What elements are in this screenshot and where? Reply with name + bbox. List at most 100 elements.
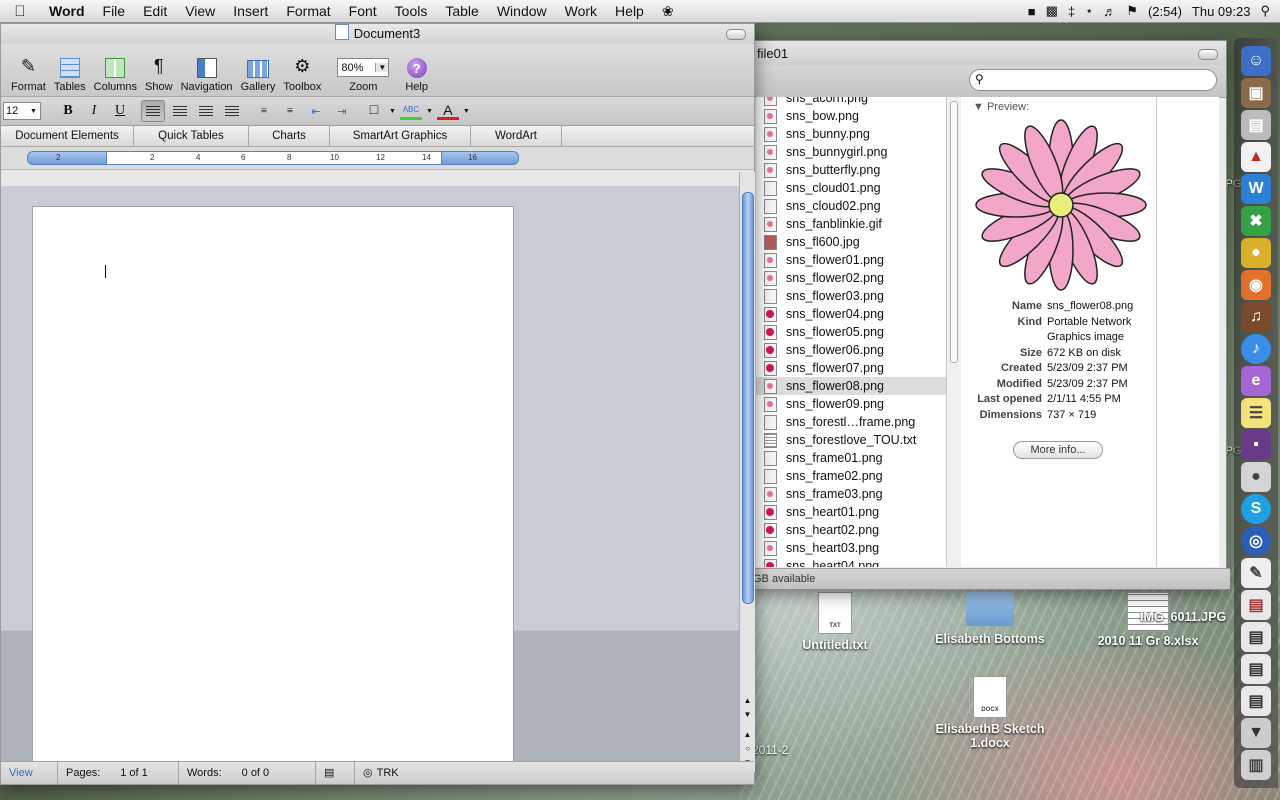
view-switcher[interactable]: View — [1, 762, 58, 784]
file-list-item[interactable]: sns_flower02.png — [756, 269, 946, 287]
zoom-select[interactable]: 80% ▼ — [337, 58, 390, 77]
align-left-button[interactable] — [141, 100, 165, 122]
menu-word[interactable]: Word — [40, 3, 94, 19]
scroll-up-button[interactable]: ▲ — [740, 694, 755, 707]
file-list-item[interactable]: sns_fl600.jpg — [756, 233, 946, 251]
dock-firefox-icon[interactable]: ◉ — [1241, 270, 1271, 300]
document-page[interactable] — [32, 206, 514, 778]
file-list-item[interactable]: sns_bow.png — [756, 107, 946, 125]
dock-word-icon[interactable]: W — [1241, 174, 1271, 204]
finder-search-input[interactable]: ⚲ — [969, 69, 1217, 91]
dock-doc-icon[interactable]: ▤ — [1241, 686, 1271, 716]
file-list-item[interactable]: sns_frame03.png — [756, 485, 946, 503]
menu-insert[interactable]: Insert — [224, 3, 277, 19]
dock-garageband-icon[interactable]: ♫ — [1241, 302, 1271, 332]
desktop-icon-elisabeth-bottoms[interactable]: Elisabeth Bottoms — [928, 592, 1052, 646]
decrease-indent-button[interactable]: ⇤ — [305, 101, 327, 121]
file-list-item[interactable]: sns_flower07.png — [756, 359, 946, 377]
borders-button[interactable]: □ — [363, 101, 385, 121]
toolbar-toggle-button[interactable] — [1198, 49, 1218, 60]
dock-itunes-icon[interactable]: ♪ — [1241, 334, 1271, 364]
menu-clock[interactable]: Thu 09:23 — [1192, 4, 1251, 19]
file-list-item[interactable]: sns_cloud01.png — [756, 179, 946, 197]
volume-icon[interactable]: ♬ — [1103, 4, 1116, 19]
dock-doc-icon[interactable]: ▤ — [1241, 622, 1271, 652]
menu-help[interactable]: Help — [606, 3, 653, 19]
scroll-thumb[interactable] — [950, 101, 958, 363]
bulleted-list-button[interactable]: ≡ — [253, 101, 275, 121]
dock-acrobat-icon[interactable]: ▲ — [1241, 142, 1271, 172]
tables-button[interactable]: Tables — [54, 58, 86, 96]
ruler-bar[interactable]: 2 2 4 6 8 10 12 14 16 — [27, 151, 519, 165]
navigation-button[interactable]: Navigation — [181, 58, 233, 96]
file-list-item[interactable]: sns_flower06.png — [756, 341, 946, 359]
menu-font[interactable]: Font — [340, 3, 386, 19]
scroll-thumb[interactable] — [742, 192, 754, 604]
word-titlebar[interactable]: Document3 — [1, 24, 754, 44]
dock-textedit-icon[interactable]: ✎ — [1241, 558, 1271, 588]
desktop-icon-img[interactable]: IMG_6011.JPG — [1140, 610, 1236, 624]
dock-finder-icon[interactable]: ☺ — [1241, 46, 1271, 76]
file-list-item[interactable]: sns_flower09.png — [756, 395, 946, 413]
file-list-item[interactable]: sns_bunnygirl.png — [756, 143, 946, 161]
tab-smartart-graphics[interactable]: SmartArt Graphics — [330, 126, 471, 146]
italic-button[interactable]: I — [83, 101, 105, 121]
tab-charts[interactable]: Charts — [249, 126, 330, 146]
tab-wordart[interactable]: WordArt — [471, 126, 562, 146]
column-scrollbar[interactable] — [946, 97, 962, 567]
apple-menu-icon[interactable]:  — [0, 3, 40, 20]
track-changes-toggle[interactable]: ◎ TRK — [355, 762, 407, 784]
file-list-item[interactable]: sns_acorn.png — [756, 97, 946, 107]
menu-window[interactable]: Window — [488, 3, 556, 19]
desktop-edge-label[interactable]: 2011-2 — [752, 743, 788, 757]
increase-indent-button[interactable]: ⇥ — [331, 101, 353, 121]
file-list-item[interactable]: sns_flower05.png — [756, 323, 946, 341]
file-list-item[interactable]: sns_flower04.png — [756, 305, 946, 323]
menu-file[interactable]: File — [94, 3, 135, 19]
dock-skype-icon[interactable]: S — [1241, 494, 1271, 524]
input-flag-icon[interactable]: ⚑ — [1126, 3, 1138, 19]
help-button[interactable]: ? Help — [405, 58, 428, 96]
align-right-button[interactable] — [195, 101, 217, 121]
file-list-item[interactable]: sns_heart03.png — [756, 539, 946, 557]
file-list-item[interactable]: sns_frame02.png — [756, 467, 946, 485]
justify-button[interactable] — [221, 101, 243, 121]
dock-excel-icon[interactable]: ✖ — [1241, 206, 1271, 236]
dock-preview-icon[interactable]: ▤ — [1241, 110, 1271, 140]
format-button[interactable]: ✎ Format — [11, 54, 46, 96]
file-list-item[interactable]: sns_bunny.png — [756, 125, 946, 143]
toolbox-button[interactable]: ⚙ Toolbox — [283, 54, 321, 96]
file-list-item[interactable]: sns_flower01.png — [756, 251, 946, 269]
file-list-item[interactable]: sns_heart04.png — [756, 557, 946, 567]
file-list-item[interactable]: sns_fanblinkie.gif — [756, 215, 946, 233]
horizontal-ruler[interactable]: 2 2 4 6 8 10 12 14 16 — [1, 147, 754, 170]
dock-stickies-icon[interactable]: ☰ — [1241, 398, 1271, 428]
file-list-item[interactable]: sns_flower03.png — [756, 287, 946, 305]
chevron-down-icon[interactable]: ▼ — [463, 108, 470, 115]
file-list-item[interactable]: sns_heart02.png — [756, 521, 946, 539]
align-center-button[interactable] — [169, 101, 191, 121]
battery-status[interactable]: (2:54) — [1148, 4, 1182, 19]
file-list-item[interactable]: sns_heart01.png — [756, 503, 946, 521]
columns-button[interactable]: Columns — [94, 58, 137, 96]
menu-table[interactable]: Table — [436, 3, 487, 19]
desktop-icon-untitled[interactable]: TXT Untitled.txt — [795, 592, 875, 652]
toolbar-toggle-button[interactable] — [726, 29, 746, 40]
highlight-button[interactable]: ABC — [399, 103, 422, 120]
previous-page-button[interactable]: ▲ — [740, 728, 755, 741]
font-size-select[interactable]: 12 ▼ — [3, 102, 41, 120]
show-button[interactable]: ¶ Show — [145, 54, 173, 96]
gallery-button[interactable]: Gallery — [241, 60, 275, 96]
dock-entourage-icon[interactable]: e — [1241, 366, 1271, 396]
scroll-down-button[interactable]: ▼ — [740, 708, 755, 721]
dock-pdf-doc-icon[interactable]: ▤ — [1241, 590, 1271, 620]
file-list-item[interactable]: sns_flower08.png — [756, 377, 946, 395]
menu-view[interactable]: View — [176, 3, 224, 19]
file-list-item[interactable]: sns_cloud02.png — [756, 197, 946, 215]
file-list-item[interactable]: sns_butterfly.png — [756, 161, 946, 179]
chevron-down-icon[interactable]: ▼ — [426, 108, 433, 115]
file-list-item[interactable]: sns_forestlove_TOU.txt — [756, 431, 946, 449]
spelling-status-icon[interactable]: ▤ — [316, 762, 355, 784]
dock-doc-icon[interactable]: ▤ — [1241, 654, 1271, 684]
font-color-button[interactable]: A — [436, 102, 459, 120]
